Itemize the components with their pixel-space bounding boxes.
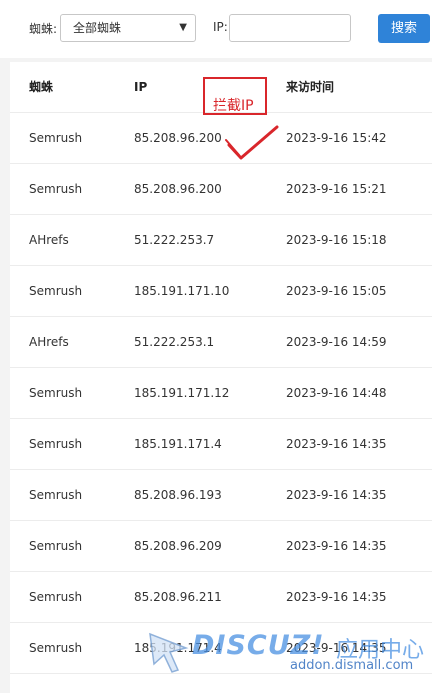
- column-header-spider: 蜘蛛: [29, 80, 54, 94]
- cell-visit-time: 2023-9-16 14:48: [286, 386, 387, 400]
- cell-ip: 185.191.171.4: [134, 641, 222, 655]
- cell-visit-time: 2023-9-16 14:35: [286, 641, 387, 655]
- spider-select[interactable]: 全部蜘蛛 ▼: [60, 14, 196, 42]
- cell-visit-time: 2023-9-16 14:30: [286, 674, 387, 693]
- cell-ip: 51.222.253.1: [134, 335, 215, 349]
- cell-spider: AHrefs: [29, 233, 69, 247]
- annotation-label: 拦截IP: [213, 98, 254, 114]
- cell-spider: Semrush: [29, 386, 83, 400]
- chevron-down-icon: ▼: [179, 22, 187, 33]
- cell-ip: 51.222.253.1: [134, 674, 214, 693]
- table-row: Semrush 85.208.96.209 2023-9-16 14:35: [10, 521, 432, 572]
- cell-spider: AHrefs: [29, 674, 69, 693]
- cell-spider: Semrush: [29, 182, 83, 196]
- table-row: AHrefs 51.222.253.1 2023-9-16 14:30: [10, 674, 432, 693]
- cell-ip: 51.222.253.7: [134, 233, 215, 247]
- checkmark-icon: [225, 125, 279, 160]
- spider-select-value: 全部蜘蛛: [73, 21, 122, 35]
- table-row: Semrush 185.191.171.10 2023-9-16 15:05: [10, 266, 432, 317]
- ip-input[interactable]: [229, 14, 351, 42]
- cell-ip: 185.191.171.12: [134, 386, 230, 400]
- cell-spider: Semrush: [29, 488, 83, 502]
- table-row: Semrush 185.191.171.4 2023-9-16 14:35: [10, 419, 432, 470]
- cell-spider: Semrush: [29, 131, 83, 145]
- column-header-ip: IP: [134, 80, 148, 94]
- cell-visit-time: 2023-9-16 14:35: [286, 488, 387, 502]
- cell-ip: 85.208.96.200: [134, 131, 222, 145]
- cell-ip: 85.208.96.211: [134, 590, 222, 604]
- table-row: Semrush 85.208.96.200 2023-9-16 15:42: [10, 113, 432, 164]
- table-row: Semrush 185.191.171.12 2023-9-16 14:48: [10, 368, 432, 419]
- cell-visit-time: 2023-9-16 15:21: [286, 182, 387, 196]
- cell-spider: Semrush: [29, 284, 83, 298]
- cell-visit-time: 2023-9-16 14:35: [286, 590, 387, 604]
- table-row: Semrush 85.208.96.193 2023-9-16 14:35: [10, 470, 432, 521]
- table-row: Semrush 85.208.96.211 2023-9-16 14:35: [10, 572, 432, 623]
- cell-spider: Semrush: [29, 437, 83, 451]
- cell-ip: 185.191.171.10: [134, 284, 230, 298]
- table-row: Semrush 85.208.96.200 2023-9-16 15:21: [10, 164, 432, 215]
- cell-spider: Semrush: [29, 641, 83, 655]
- ip-filter-label: IP:: [213, 20, 228, 34]
- cell-ip: 85.208.96.200: [134, 182, 222, 196]
- column-header-visit-time: 来访时间: [286, 80, 335, 94]
- cell-visit-time: 2023-9-16 14:59: [286, 335, 387, 349]
- spider-log-table: 蜘蛛 IP 来访时间 Semrush 85.208.96.200 2023-9-16…: [10, 62, 432, 693]
- cell-spider: AHrefs: [29, 335, 69, 349]
- table-row: Semrush 185.191.171.4 2023-9-16 14:35: [10, 623, 432, 674]
- cell-ip: 85.208.96.193: [134, 488, 222, 502]
- spider-filter-label: 蜘蛛:: [29, 22, 58, 36]
- cell-spider: Semrush: [29, 539, 83, 553]
- cell-visit-time: 2023-9-16 15:18: [286, 233, 387, 247]
- table-row: AHrefs 51.222.253.1 2023-9-16 14:59: [10, 317, 432, 368]
- cell-ip: 85.208.96.209: [134, 539, 222, 553]
- cell-spider: Semrush: [29, 590, 83, 604]
- cell-visit-time: 2023-9-16 14:35: [286, 437, 387, 451]
- table-row: AHrefs 51.222.253.7 2023-9-16 15:18: [10, 215, 432, 266]
- filter-bar: 蜘蛛: 全部蜘蛛 ▼ IP: 搜索: [0, 0, 432, 58]
- cell-visit-time: 2023-9-16 14:35: [286, 539, 387, 553]
- cell-visit-time: 2023-9-16 15:05: [286, 284, 387, 298]
- cell-visit-time: 2023-9-16 15:42: [286, 131, 387, 145]
- cell-ip: 185.191.171.4: [134, 437, 222, 451]
- search-button[interactable]: 搜索: [378, 14, 430, 43]
